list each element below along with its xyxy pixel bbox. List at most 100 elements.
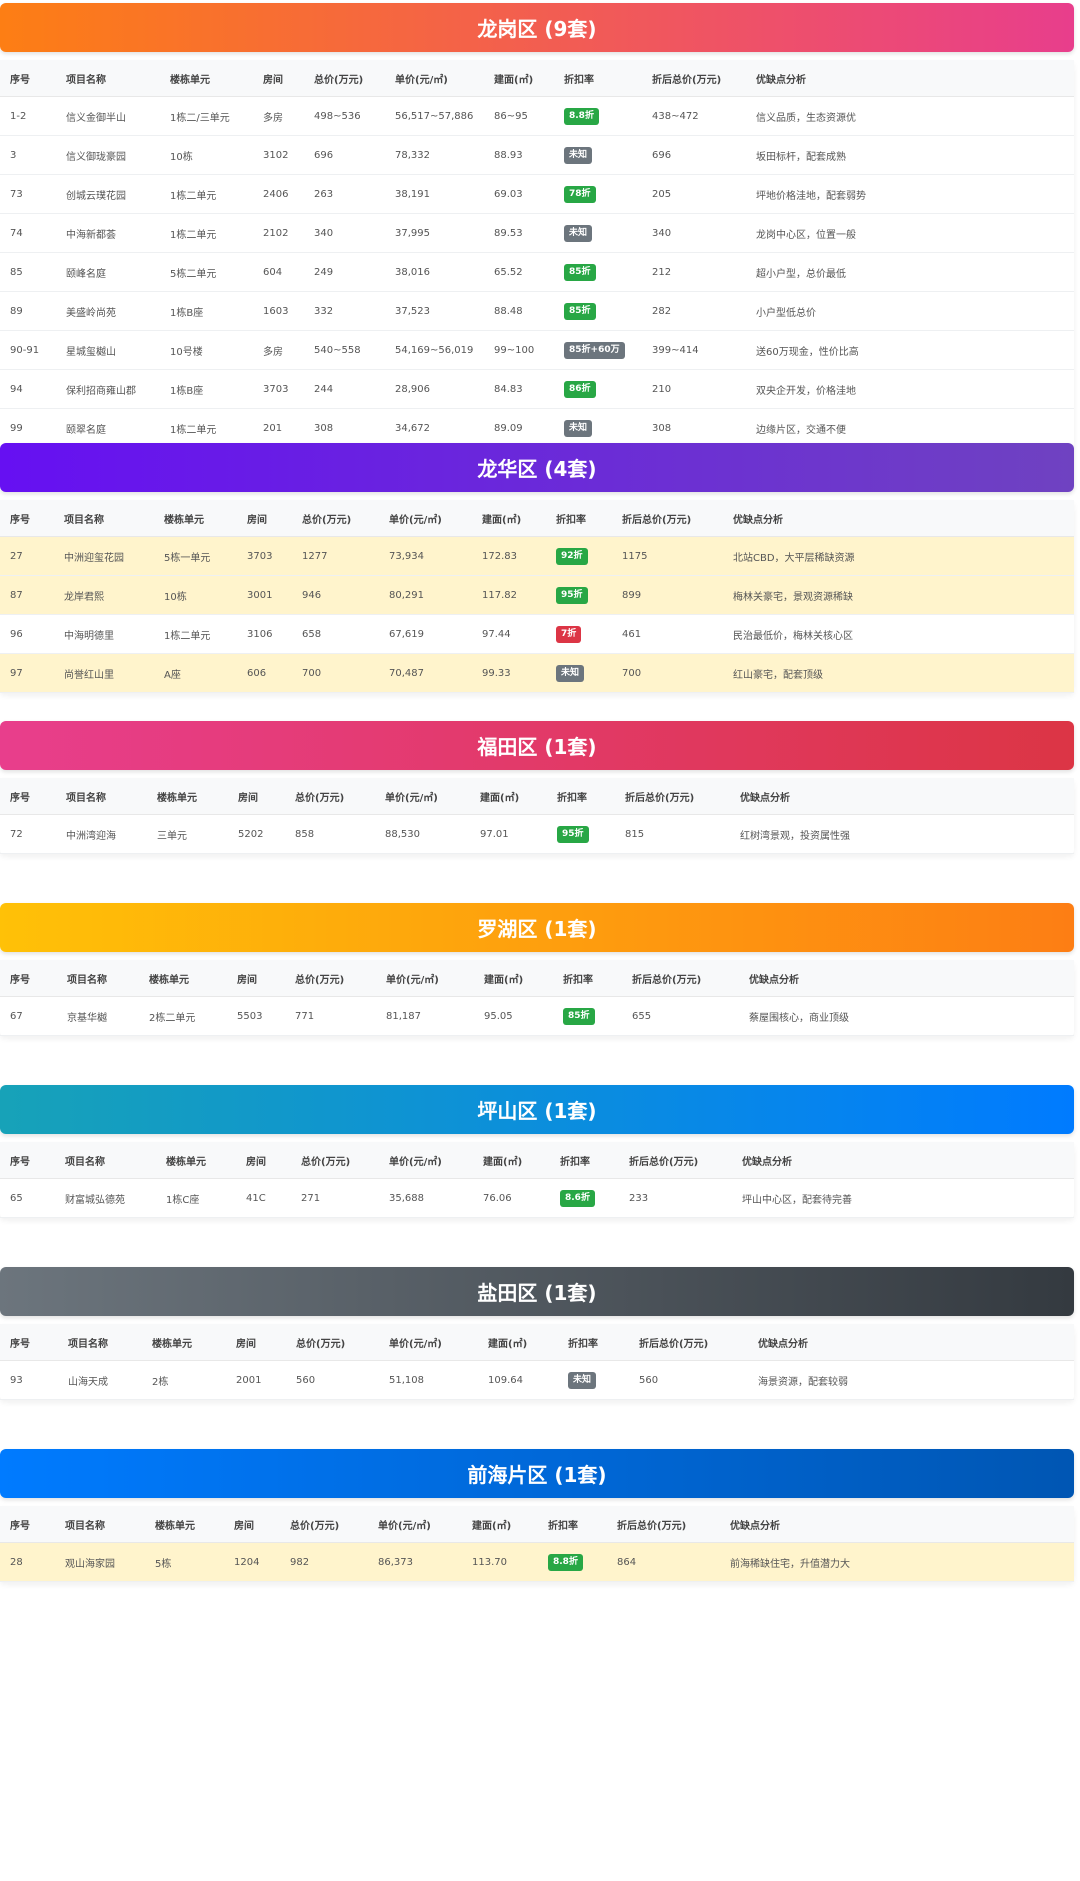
cell-analysis: 海景资源，配套较弱 [758,1376,848,1388]
cell-unit: 37,523 [395,305,430,317]
cell-discount: 92折 [556,537,588,575]
column-header-analysis: 优缺点分析 [742,1156,792,1168]
table-row[interactable]: 89 美盛岭尚苑 1栋B座 1603 332 37,523 88.48 85折 282 小户型低总… [0,292,1074,331]
cell-no: 73 [10,188,23,200]
cell-analysis: 红山豪宅，配套顶级 [733,669,823,681]
cell-unit: 54,169~56,019 [395,344,474,356]
section-header: 龙华区 (4套) [0,443,1074,492]
table-row[interactable]: 87 龙岸君熙 10栋 3001 946 80,291 117.82 95折 899 梅林关豪宅，… [0,576,1074,615]
table-row[interactable]: 72 中洲湾迎海 三单元 5202 858 88,530 97.01 95折 815 红树湾景观，… [0,815,1074,854]
table-row[interactable]: 97 尚誉红山里 A座 606 700 70,487 99.33 未知 700 红山豪宅，配套顶级 [0,654,1074,693]
table-header-row: 序号 项目名称 楼栋单元 房间 总价(万元) 单价(元/㎡) 建面(㎡) 折扣率 折后总价(万元… [0,778,1074,815]
cell-name: 中海新都荟 [66,229,116,241]
cell-area: 95.05 [484,1010,513,1022]
page-root: 龙岗区 (9套) 序号 项目名称 楼栋单元 房间 总价(万元) 单价(元/㎡) 建面(㎡) 折扣… [0,0,1080,1881]
cell-building: 1栋二/三单元 [170,112,230,124]
column-header-no: 序号 [10,792,30,804]
cell-name: 创城云璞花园 [66,190,126,202]
cell-total: 658 [302,628,322,640]
column-header-room: 房间 [263,74,283,86]
discount-badge: 7折 [556,625,582,643]
column-header-room: 房间 [246,1156,266,1168]
cell-room: 606 [247,667,267,679]
column-header-after: 折后总价(万元) [639,1338,709,1350]
table-row[interactable]: 74 中海新都荟 1栋二单元 2102 340 37,995 89.53 未知 340 龙岗中心区… [0,214,1074,253]
cell-discount: 8.6折 [560,1179,595,1217]
cell-area: 172.83 [482,550,517,562]
cell-area: 99~100 [494,344,535,356]
section-header: 龙岗区 (9套) [0,3,1074,52]
cell-no: 85 [10,266,23,278]
table-row[interactable]: 85 颐峰名庭 5栋二单元 604 249 38,016 65.52 85折 212 超小户型，总… [0,253,1074,292]
cell-unit: 38,191 [395,188,430,200]
cell-area: 109.64 [488,1374,523,1386]
section-title: 福田区 (1套) [477,735,597,759]
discount-badge: 未知 [568,1371,597,1389]
cell-no: 67 [10,1010,23,1022]
cell-discount: 未知 [556,654,585,692]
cell-building: 1栋B座 [170,307,204,319]
table-header-row: 序号 项目名称 楼栋单元 房间 总价(万元) 单价(元/㎡) 建面(㎡) 折扣率 折后总价(万元… [0,60,1074,97]
cell-analysis: 坪地价格洼地，配套弱势 [756,190,866,202]
cell-total: 540~558 [314,344,361,356]
cell-unit: 70,487 [389,667,424,679]
cell-building: 2栋 [152,1376,169,1388]
table-row[interactable]: 67 京基华樾 2栋二单元 5503 771 81,187 95.05 85折 655 蔡屋围核心… [0,997,1074,1036]
column-header-unit: 单价(元/㎡) [389,1156,442,1168]
cell-room: 3001 [247,589,273,601]
column-header-name: 项目名称 [64,514,104,526]
table-row[interactable]: 65 财富城弘德苑 1栋C座 41C 271 35,688 76.06 8.6折 233 坪山中心… [0,1179,1074,1218]
cell-after: 399~414 [652,344,699,356]
table-row[interactable]: 3 信义御珑豪园 10栋 3102 696 78,332 88.93 未知 696 坂田标杆，配套… [0,136,1074,175]
cell-no: 1-2 [10,110,27,122]
table-header-row: 序号 项目名称 楼栋单元 房间 总价(万元) 单价(元/㎡) 建面(㎡) 折扣率 折后总价(万元… [0,500,1074,537]
cell-after: 700 [622,667,642,679]
cell-total: 498~536 [314,110,361,122]
section-title: 龙岗区 (9套) [477,17,597,41]
cell-after: 815 [625,828,645,840]
cell-analysis: 民治最低价，梅林关核心区 [733,630,853,642]
discount-badge: 95折 [556,586,588,604]
column-header-name: 项目名称 [67,974,107,986]
listing-table: 序号 项目名称 楼栋单元 房间 总价(万元) 单价(元/㎡) 建面(㎡) 折扣率 折后总价(万元… [0,60,1074,448]
column-header-unit: 单价(元/㎡) [385,792,438,804]
cell-analysis: 北站CBD，大平层稀缺资源 [733,552,855,564]
cell-discount: 未知 [568,1361,597,1399]
cell-after: 461 [622,628,642,640]
cell-after: 340 [652,227,672,239]
cell-after: 210 [652,383,672,395]
cell-after: 696 [652,149,672,161]
cell-room: 3106 [247,628,273,640]
table-row[interactable]: 28 观山海家园 5栋 1204 982 86,373 113.70 8.8折 864 前海稀缺住… [0,1543,1074,1582]
section-title: 前海片区 (1套) [467,1463,607,1487]
cell-total: 700 [302,667,322,679]
cell-building: 1栋C座 [166,1194,200,1206]
column-header-after: 折后总价(万元) [629,1156,699,1168]
column-header-area: 建面(㎡) [480,792,520,804]
column-header-unit: 单价(元/㎡) [389,514,442,526]
table-header-row: 序号 项目名称 楼栋单元 房间 总价(万元) 单价(元/㎡) 建面(㎡) 折扣率 折后总价(万元… [0,1142,1074,1179]
cell-unit: 51,108 [389,1374,424,1386]
table-row[interactable]: 96 中海明德里 1栋二单元 3106 658 67,619 97.44 7折 461 民治最低价… [0,615,1074,654]
column-header-building: 楼栋单元 [152,1338,192,1350]
cell-total: 1277 [302,550,328,562]
table-row[interactable]: 73 创城云璞花园 1栋二单元 2406 263 38,191 69.03 78折 205 坪地价… [0,175,1074,214]
cell-unit: 38,016 [395,266,430,278]
cell-unit: 78,332 [395,149,430,161]
column-header-discount: 折扣率 [560,1156,590,1168]
cell-name: 颐峰名庭 [66,268,106,280]
cell-total: 946 [302,589,322,601]
table-row[interactable]: 1-2 信义金御半山 1栋二/三单元 多房 498~536 56,517~57,886 86… [0,97,1074,136]
table-row[interactable]: 27 中洲迎玺花园 5栋一单元 3703 1277 73,934 172.83 92折 1175… [0,537,1074,576]
cell-name: 尚誉红山里 [64,669,114,681]
table-row[interactable]: 90-91 星城玺樾山 10号楼 多房 540~558 54,169~56,019 99~1… [0,331,1074,370]
cell-total: 249 [314,266,334,278]
column-header-analysis: 优缺点分析 [749,974,799,986]
cell-total: 771 [295,1010,315,1022]
table-row[interactable]: 94 保利招商雍山郡 1栋B座 3703 244 28,906 84.83 86折 210 双央企… [0,370,1074,409]
section-header: 罗湖区 (1套) [0,903,1074,952]
cell-unit: 88,530 [385,828,420,840]
table-row[interactable]: 93 山海天成 2栋 2001 560 51,108 109.64 未知 560 海景资源，配套较… [0,1361,1074,1400]
cell-after: 233 [629,1192,649,1204]
cell-after: 655 [632,1010,652,1022]
